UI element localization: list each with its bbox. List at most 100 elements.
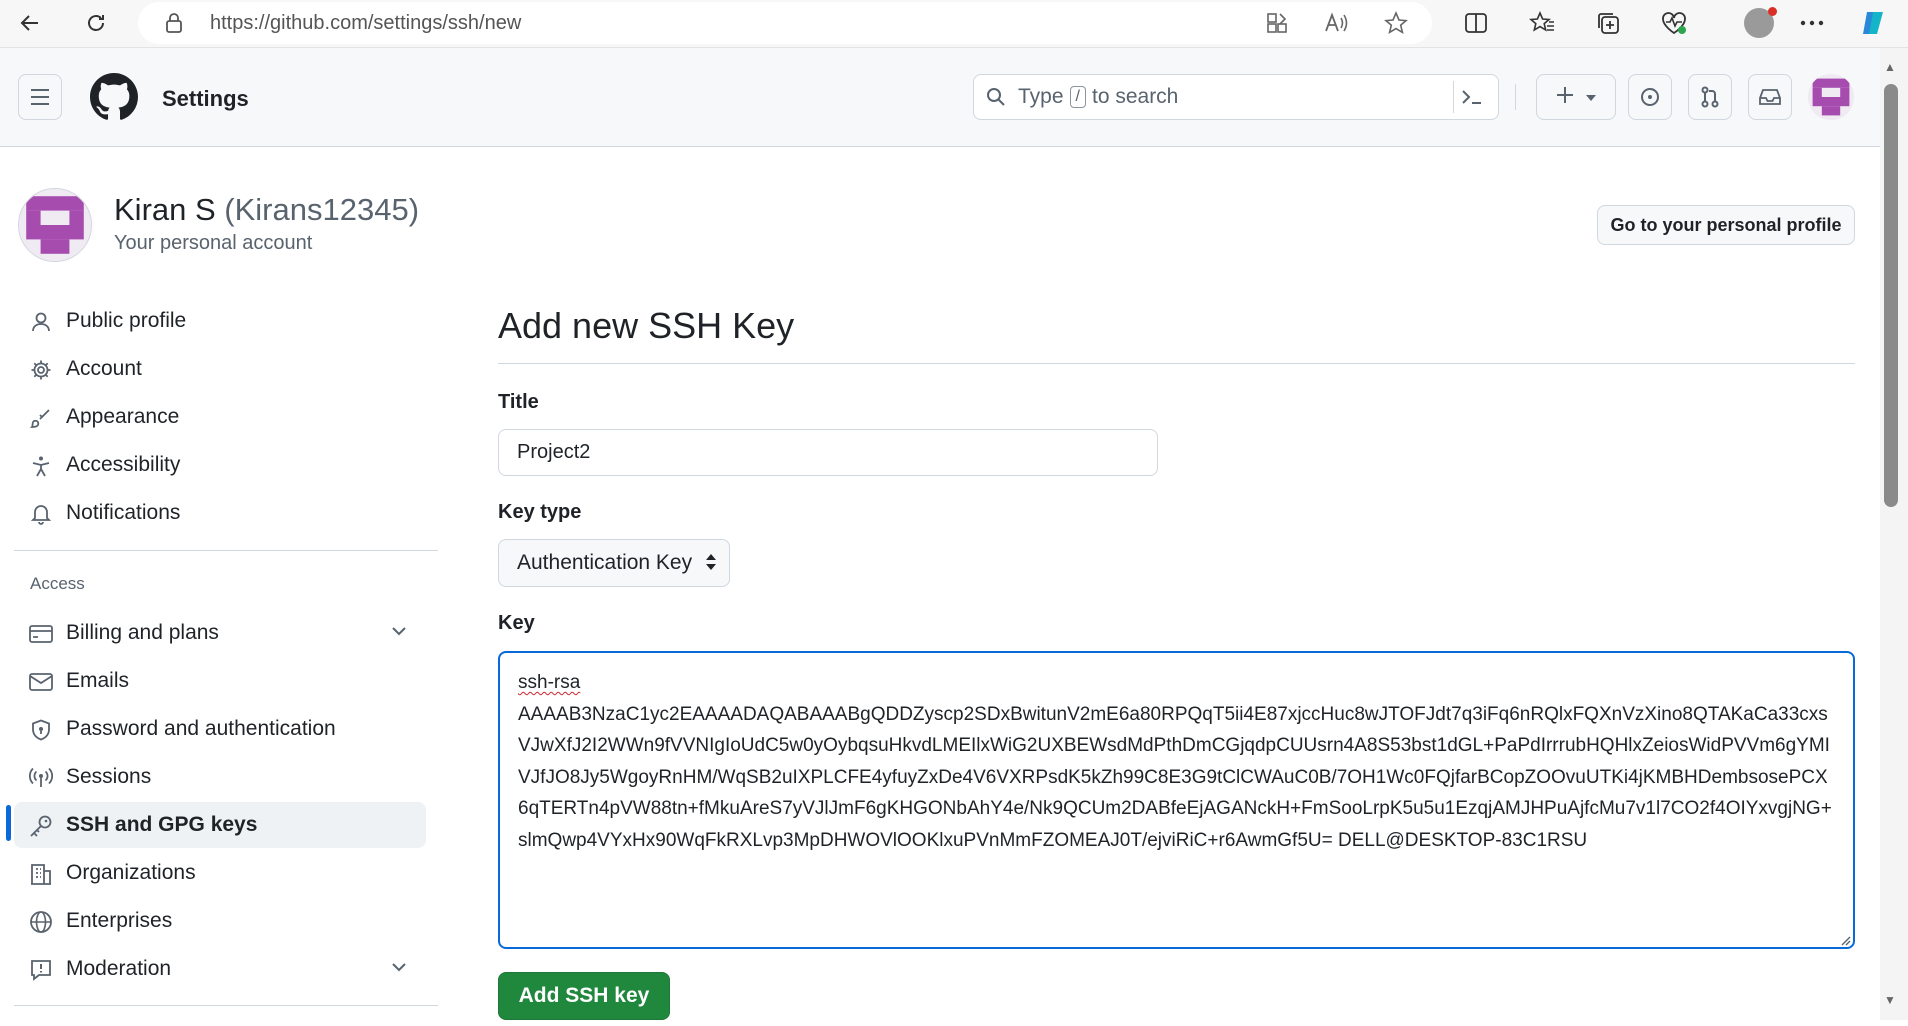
mail-icon xyxy=(29,670,53,694)
active-indicator xyxy=(6,805,11,841)
search-shortcut-key: / xyxy=(1069,86,1086,108)
search-placeholder: Type / to search xyxy=(1018,85,1178,109)
apps-icon[interactable] xyxy=(1260,8,1294,38)
key-value-prefix: ssh-rsa xyxy=(518,672,581,693)
key-label: Key xyxy=(498,612,535,634)
sidebar-item-moderation[interactable]: Moderation xyxy=(14,946,426,992)
select-arrows-icon xyxy=(705,552,717,578)
user-avatar[interactable] xyxy=(1808,74,1854,120)
menu-hamburger-icon[interactable] xyxy=(18,74,62,120)
paintbrush-icon xyxy=(29,406,53,430)
command-palette-icon[interactable] xyxy=(1453,81,1490,113)
triangle-down-icon xyxy=(1586,88,1596,106)
sidebar-item-accessibility[interactable]: Accessibility xyxy=(14,442,426,488)
read-aloud-icon[interactable] xyxy=(1320,8,1354,38)
address-bar[interactable]: https://github.com/settings/ssh/new xyxy=(138,2,1432,44)
key-textarea[interactable]: ssh-rsa AAAAB3NzaC1yc2EAAAADAQABAAABgQDDZ… xyxy=(498,651,1855,949)
sidebar-item-label[interactable]: Notifications xyxy=(66,501,180,525)
pull-requests-icon[interactable] xyxy=(1688,74,1732,120)
back-icon[interactable] xyxy=(10,6,50,40)
person-icon xyxy=(29,310,53,334)
browser-toolbar: https://github.com/settings/ssh/new xyxy=(0,0,1908,48)
bell-icon xyxy=(29,502,53,526)
sidebar-item-label[interactable]: Organizations xyxy=(66,861,196,885)
sidebar-item-public-profile[interactable]: Public profile xyxy=(14,298,426,344)
key-icon xyxy=(29,814,53,838)
browser-profile-avatar[interactable] xyxy=(1744,7,1777,38)
sidebar-item-label[interactable]: Public profile xyxy=(66,309,186,333)
more-options-icon[interactable] xyxy=(1792,6,1832,40)
url-text[interactable]: https://github.com/settings/ssh/new xyxy=(210,12,521,35)
title-input[interactable]: Project2 xyxy=(498,429,1158,476)
title-divider xyxy=(498,363,1855,364)
key-type-select[interactable]: Authentication Key xyxy=(498,539,730,587)
create-new-button[interactable] xyxy=(1536,74,1616,120)
github-header: Settings Type / to search xyxy=(0,48,1880,147)
sidebar-item-label[interactable]: Appearance xyxy=(66,405,179,429)
sidebar-item-label[interactable]: Billing and plans xyxy=(66,621,219,645)
sidebar-item-account[interactable]: Account xyxy=(14,346,426,392)
report-icon xyxy=(29,958,53,982)
sidebar-item-label[interactable]: Emails xyxy=(66,669,129,693)
page-title: Add new SSH Key xyxy=(498,305,795,346)
sidebar-item-appearance[interactable]: Appearance xyxy=(14,394,426,440)
gear-icon xyxy=(29,358,53,382)
sidebar-divider xyxy=(14,1005,438,1006)
github-logo-icon[interactable] xyxy=(90,73,138,121)
sidebar-item-label[interactable]: Accessibility xyxy=(66,453,180,477)
scroll-down-arrow-icon[interactable]: ▼ xyxy=(1884,993,1896,1007)
sidebar-item-label[interactable]: SSH and GPG keys xyxy=(66,813,257,837)
resize-grip-icon[interactable] xyxy=(1839,933,1851,946)
sidebar-item-password-authentication[interactable]: Password and authentication xyxy=(14,706,426,752)
search-input[interactable]: Type / to search xyxy=(973,74,1499,120)
browser-essentials-icon[interactable] xyxy=(1654,6,1694,40)
plus-icon xyxy=(1556,86,1574,109)
scrollbar-thumb[interactable] xyxy=(1884,84,1898,507)
sidebar-item-label[interactable]: Password and authentication xyxy=(66,717,336,741)
sidebar-item-billing[interactable]: Billing and plans xyxy=(14,610,426,656)
globe-icon xyxy=(29,910,53,934)
add-ssh-key-button[interactable]: Add SSH key xyxy=(498,972,670,1020)
sidebar-item-sessions[interactable]: Sessions xyxy=(14,754,426,800)
sidebar-item-notifications[interactable]: Notifications xyxy=(14,490,426,536)
refresh-icon[interactable] xyxy=(76,6,116,40)
collections-icon[interactable] xyxy=(1588,6,1628,40)
search-icon xyxy=(986,87,1006,107)
sidebar-section-access: Access xyxy=(30,574,85,593)
chevron-down-icon[interactable] xyxy=(390,622,408,645)
chevron-down-icon[interactable] xyxy=(390,958,408,981)
key-type-value: Authentication Key xyxy=(517,551,693,574)
sidebar-item-label[interactable]: Sessions xyxy=(66,765,151,789)
go-to-profile-button[interactable]: Go to your personal profile xyxy=(1597,205,1855,245)
organization-icon xyxy=(29,862,53,886)
split-screen-icon[interactable] xyxy=(1456,6,1496,40)
context-title[interactable]: Settings xyxy=(162,86,249,112)
favorite-star-icon[interactable] xyxy=(1379,8,1413,38)
profile-avatar[interactable] xyxy=(18,188,92,262)
broadcast-icon xyxy=(29,766,53,790)
lock-icon[interactable] xyxy=(164,12,184,39)
display-name[interactable]: Kiran S xyxy=(114,192,216,227)
title-label: Title xyxy=(498,391,539,413)
sidebar-item-label[interactable]: Moderation xyxy=(66,957,171,981)
scroll-up-arrow-icon[interactable]: ▲ xyxy=(1884,60,1896,74)
header-divider xyxy=(1515,84,1516,110)
sidebar-item-label[interactable]: Enterprises xyxy=(66,909,172,933)
accessibility-icon xyxy=(29,454,53,478)
favorites-icon[interactable] xyxy=(1522,6,1562,40)
sidebar-divider xyxy=(14,550,438,551)
inbox-icon[interactable] xyxy=(1748,74,1792,120)
key-value-body: AAAAB3NzaC1yc2EAAAADAQABAAABgQDDZyscp2SD… xyxy=(518,703,1832,851)
search-placeholder-suffix: to search xyxy=(1091,85,1179,108)
profile-name[interactable]: Kiran S (Kirans12345) xyxy=(114,192,419,228)
sidebar-item-enterprises[interactable]: Enterprises xyxy=(14,898,426,944)
copilot-icon[interactable] xyxy=(1854,6,1894,40)
sidebar-item-ssh-gpg-keys[interactable]: SSH and GPG keys xyxy=(14,802,426,848)
sidebar-item-organizations[interactable]: Organizations xyxy=(14,850,426,896)
issues-icon[interactable] xyxy=(1628,74,1672,120)
sidebar-item-emails[interactable]: Emails xyxy=(14,658,426,704)
search-placeholder-prefix: Type xyxy=(1018,85,1064,108)
sidebar-item-label[interactable]: Account xyxy=(66,357,142,381)
login-name[interactable]: (Kirans12345) xyxy=(224,192,419,227)
account-subtitle: Your personal account xyxy=(114,232,313,254)
